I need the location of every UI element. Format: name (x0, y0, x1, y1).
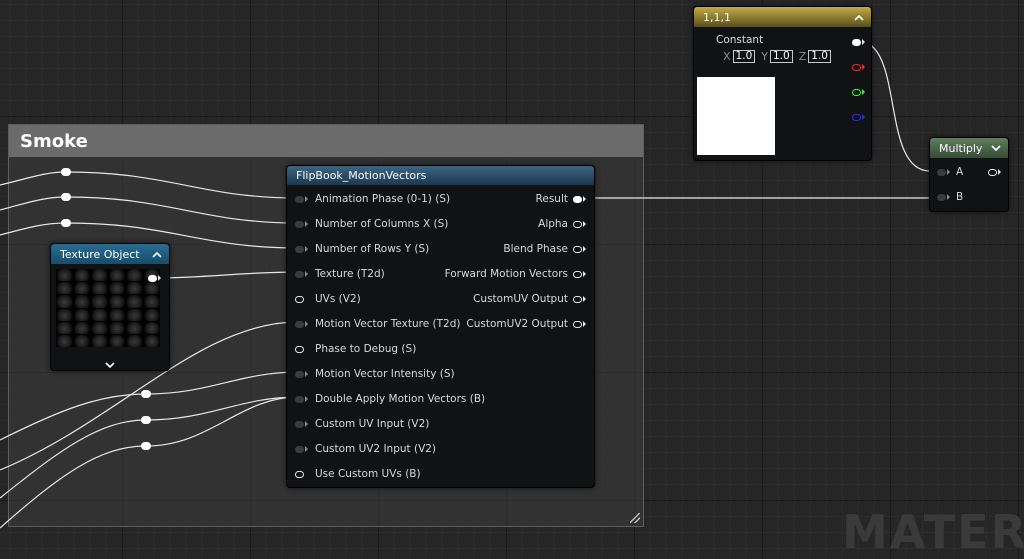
multiply-title: Multiply (939, 142, 983, 155)
input-pin-phase-to-debug[interactable]: Phase to Debug (S) (295, 342, 416, 356)
input-pin-use-custom-uvs[interactable]: Use Custom UVs (B) (295, 467, 421, 481)
input-pin-texture[interactable]: Texture (T2d) (295, 267, 385, 281)
vector-fields: X 1.0 Y 1.0 Z 1.0 (723, 50, 837, 63)
texture-object-node[interactable]: Texture Object (50, 243, 170, 371)
constant-label: Constant (716, 34, 764, 46)
z-label: Z (798, 50, 807, 63)
flipbook-motionvectors-node[interactable]: FlipBook_MotionVectors Animation Phase (… (286, 165, 595, 488)
wire-knot-intensity[interactable] (141, 390, 151, 398)
texture-thumbnail (56, 269, 160, 347)
input-pin-custom-uv2-input[interactable]: Custom UV2 Input (V2) (295, 442, 436, 456)
red-output-pin[interactable] (852, 60, 865, 74)
y-value-field[interactable]: 1.0 (769, 50, 793, 63)
blue-output-pin[interactable] (852, 110, 865, 124)
constant3vector-node[interactable]: 1,1,1 Constant X 1.0 Y 1.0 Z 1.0 (693, 6, 872, 161)
input-pin-animation-phase[interactable]: Animation Phase (0-1) (S) (295, 192, 450, 206)
wire-knot-double-apply[interactable] (141, 416, 151, 424)
wire-knot-phase[interactable] (61, 168, 71, 176)
comment-title[interactable]: Smoke (9, 125, 643, 157)
multiply-header[interactable]: Multiply (930, 138, 1008, 158)
output-pin-result[interactable]: Result (536, 192, 586, 206)
input-pin-uvs[interactable]: UVs (V2) (295, 292, 361, 306)
multiply-node[interactable]: Multiply A B (929, 137, 1009, 212)
color-preview-swatch (697, 77, 775, 155)
chevron-up-icon[interactable] (853, 11, 865, 23)
output-pin-alpha[interactable]: Alpha (538, 217, 586, 231)
multiply-input-a[interactable]: A (937, 165, 963, 179)
constant-output-pin[interactable] (852, 35, 865, 49)
wire-knot-custom-uv[interactable] (141, 442, 151, 450)
texture-object-title: Texture Object (60, 248, 140, 261)
chevron-down-icon[interactable] (105, 354, 115, 373)
resize-grip-icon[interactable] (630, 513, 640, 523)
input-pin-custom-uv-input[interactable]: Custom UV Input (V2) (295, 417, 429, 431)
z-value-field[interactable]: 1.0 (808, 50, 831, 63)
output-pin-customuv-output[interactable]: CustomUV Output (473, 292, 586, 306)
x-label: X (723, 50, 731, 63)
output-pin-forward-motion-vectors[interactable]: Forward Motion Vectors (445, 267, 586, 281)
input-pin-motion-vector-intensity[interactable]: Motion Vector Intensity (S) (295, 367, 455, 381)
output-pin-customuv2-output[interactable]: CustomUV2 Output (466, 317, 586, 331)
output-pin-blend-phase[interactable]: Blend Phase (503, 242, 586, 256)
input-pin-motion-vector-texture[interactable]: Motion Vector Texture (T2d) (295, 317, 460, 331)
input-pin-double-apply-motion-vectors[interactable]: Double Apply Motion Vectors (B) (295, 392, 485, 406)
constant-header[interactable]: 1,1,1 (694, 7, 871, 27)
y-label: Y (761, 50, 768, 63)
input-pin-number-of-rows[interactable]: Number of Rows Y (S) (295, 242, 429, 256)
constant-title: 1,1,1 (703, 11, 731, 24)
material-watermark: MATERI (842, 505, 1024, 559)
texture-output-pin[interactable] (148, 271, 161, 285)
chevron-down-icon[interactable] (990, 142, 1002, 154)
green-output-pin[interactable] (852, 85, 865, 99)
input-pin-number-of-columns[interactable]: Number of Columns X (S) (295, 217, 448, 231)
wire-knot-columns[interactable] (61, 193, 71, 201)
chevron-up-icon[interactable] (151, 248, 163, 260)
flipbook-title: FlipBook_MotionVectors (296, 169, 427, 182)
x-value-field[interactable]: 1.0 (732, 50, 756, 63)
multiply-input-b[interactable]: B (937, 190, 963, 204)
texture-object-header[interactable]: Texture Object (51, 244, 169, 264)
multiply-output-pin[interactable] (988, 165, 1001, 179)
flipbook-header[interactable]: FlipBook_MotionVectors (287, 166, 594, 185)
wire-knot-rows[interactable] (61, 219, 71, 227)
